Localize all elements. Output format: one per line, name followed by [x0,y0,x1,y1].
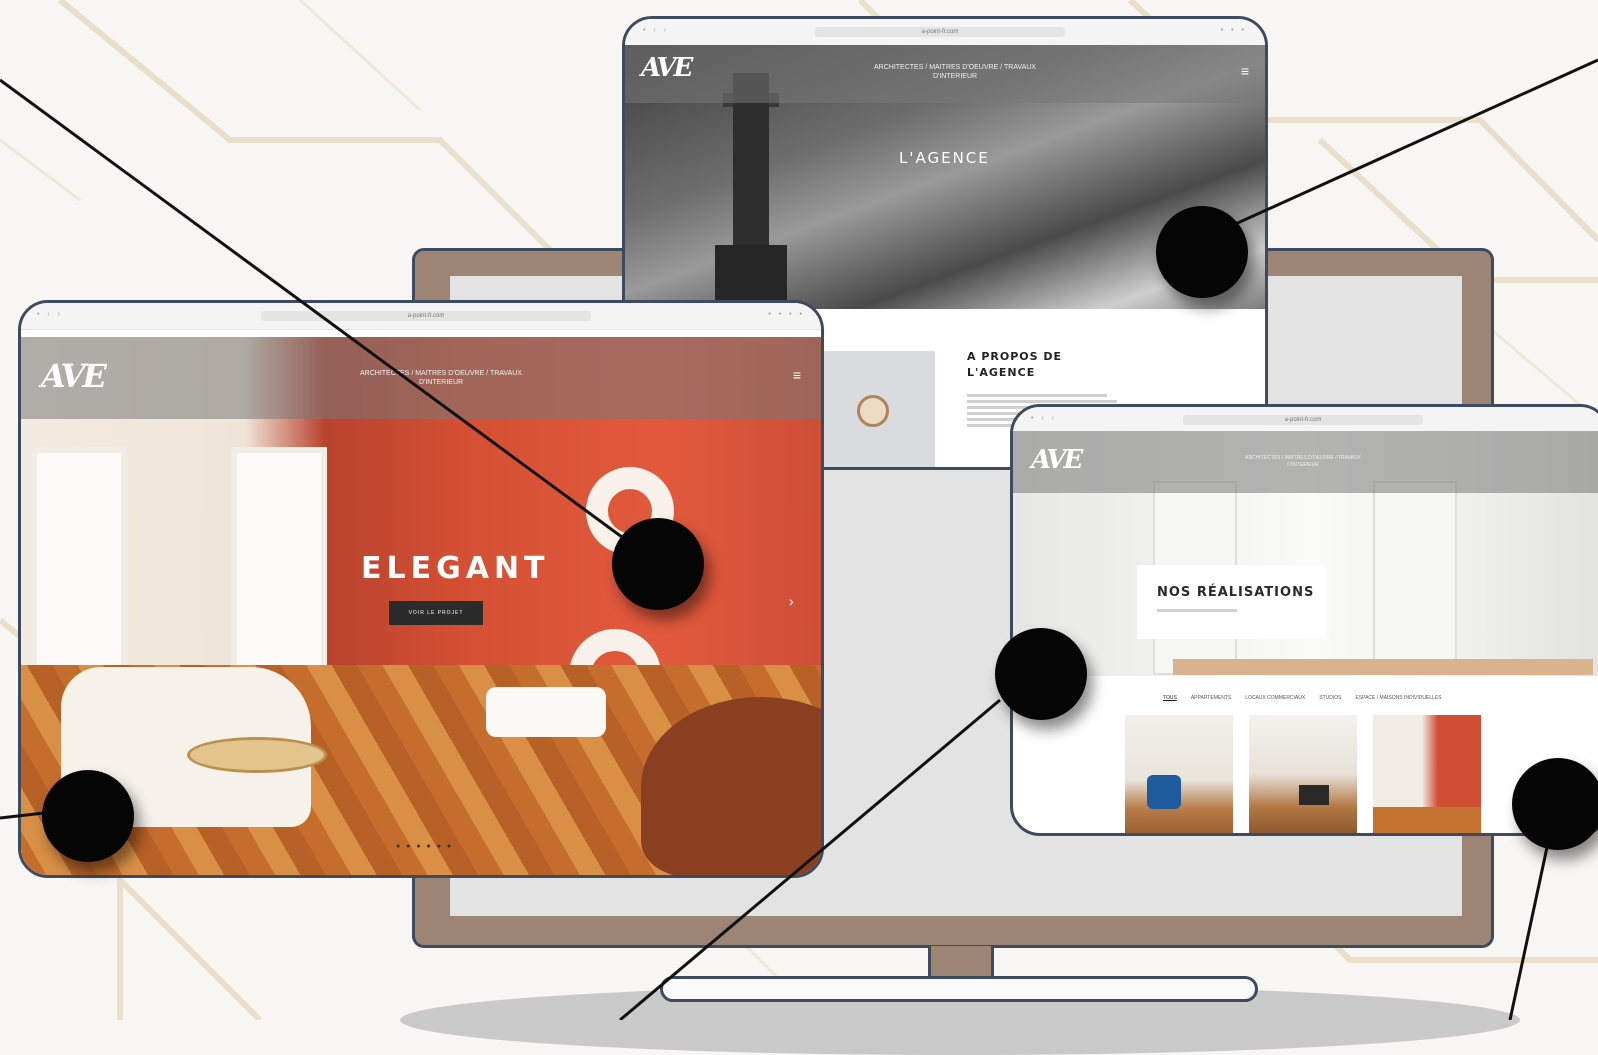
nav-line-1: ARCHITECTES / MAITRES D'OEUVRE / TRAVAUX [1245,455,1361,461]
tablet-home-page: • ‹ › a-point-fr.com • • • • AVE ARCHITE… [18,300,824,878]
site-header: AVE ARCHITECTES / MAITRES D'OEUVRE / TRA… [1013,431,1598,493]
nav-line-1: ARCHITECTES / MAITRES D'OEUVRE / TRAVAUX [874,64,1036,71]
clock-icon [857,395,889,427]
white-door [1373,481,1457,675]
about-title-line-2: L'AGENCE [967,366,1036,379]
card-subtitle-placeholder [1157,609,1237,612]
filter-appartements[interactable]: APPARTEMENTS [1191,695,1231,701]
chevron-right-icon[interactable]: › [789,593,794,609]
hero-headline: ELEGANT [361,551,550,586]
nav-line-2: D'INTERIEUR [932,73,978,80]
monitor-base [660,976,1258,1002]
browser-action-icons[interactable]: • • • • [768,311,805,318]
window-right [231,447,327,699]
site-nav-text[interactable]: ARCHITECTES / MAITRES D'OEUVRE / TRAVAUX… [845,63,1065,81]
tablet-realisations-page: • ‹ › a-point-fr.com AVE ARCHITECTES / M… [1010,404,1598,836]
browser-nav-icons[interactable]: • ‹ › [1031,415,1057,422]
hotspot-marker[interactable] [1512,758,1598,850]
blue-armchair [1147,775,1181,809]
slider-pagination[interactable]: ● ● ● ● ● ● [396,843,453,850]
window-left [31,447,127,699]
site-nav-text[interactable]: ARCHITECTES / MAITRES D'OEUVRE / TRAVAUX… [1233,455,1373,469]
address-bar[interactable]: a-point-fr.com [1183,415,1423,425]
dark-furniture [1299,785,1329,805]
hotspot-marker[interactable] [42,770,134,862]
parquet-floor [1373,807,1481,833]
site-logo[interactable]: AVE [641,53,693,83]
filter-maisons[interactable]: ESPACE / MAISONS INDIVIDUELLES [1355,695,1441,701]
project-thumbnail[interactable] [1125,715,1233,833]
page-title-card: NOS RÉALISATIONS [1137,565,1325,639]
hotspot-marker[interactable] [995,628,1087,720]
hotspot-marker[interactable] [612,518,704,610]
hamburger-icon[interactable]: ≡ [793,367,801,383]
view-project-button[interactable]: VOIR LE PROJET [389,601,483,625]
hamburger-icon[interactable]: ≡ [1241,63,1249,79]
about-title-line-1: A PROPOS DE [967,350,1063,363]
project-thumbnail[interactable] [1373,715,1481,833]
browser-nav-icons[interactable]: • ‹ › [37,311,63,318]
chevron-left-icon[interactable]: ‹ [41,593,46,609]
nav-line-1: ARCHITECTES / MAITRES D'OEUVRE / TRAVAUX [360,370,522,377]
filter-tous[interactable]: TOUS [1163,695,1177,701]
address-bar[interactable]: a-point-fr.com [261,311,591,321]
filter-locaux-commerciaux[interactable]: LOCAUX COMMERCIAUX [1245,695,1305,701]
browser-nav-icons[interactable]: • ‹ › [643,27,669,34]
wood-detail [1173,659,1593,675]
project-thumbnail[interactable] [1249,715,1357,833]
site-logo[interactable]: AVE [1031,445,1083,475]
site-header: AVE ARCHITECTES / MAITRES D'OEUVRE / TRA… [21,337,821,419]
nav-line-2: D'INTERIEUR [418,379,464,386]
nav-line-2: D'INTERIEUR [1287,462,1319,468]
browser-toolbar: • ‹ › a-point-fr.com • • • [625,19,1265,46]
browser-action-icons[interactable]: • • • [1221,27,1247,34]
section-title: L'AGENCE [899,149,990,167]
address-bar[interactable]: a-point-fr.com [815,27,1065,37]
about-image [821,351,935,467]
site-header: AVE ARCHITECTES / MAITRES D'OEUVRE / TRA… [625,45,1265,103]
white-bench [486,687,606,737]
about-title: A PROPOS DE L'AGENCE [967,349,1062,381]
project-filters: TOUS APPARTEMENTS LOCAUX COMMERCIAUX STU… [1163,695,1442,701]
gold-side-table [187,737,327,773]
browser-toolbar: • ‹ › a-point-fr.com • • • • [21,303,821,330]
filter-studios[interactable]: STUDIOS [1319,695,1341,701]
browser-toolbar: • ‹ › a-point-fr.com [1013,407,1598,432]
page-title: NOS RÉALISATIONS [1157,585,1315,600]
site-logo[interactable]: AVE [41,357,107,395]
hotspot-marker[interactable] [1156,206,1248,298]
site-nav-text[interactable]: ARCHITECTES / MAITRES D'OEUVRE / TRAVAUX… [321,369,561,387]
